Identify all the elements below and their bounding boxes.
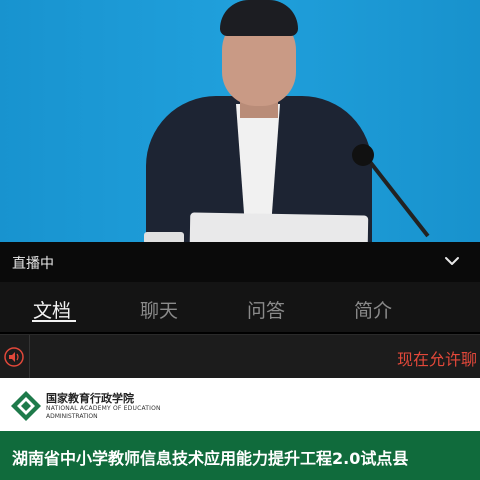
paper-corner [144, 232, 184, 242]
presenter-figure [140, 0, 380, 242]
live-status-label: 直播中 [12, 256, 54, 272]
microphone [352, 144, 374, 166]
tab-intro[interactable]: 简介 [354, 296, 392, 323]
live-video[interactable] [0, 0, 480, 242]
tab-chat[interactable]: 聊天 [140, 296, 178, 323]
chevron-down-icon[interactable] [443, 254, 461, 268]
document-title: 湖南省中小学教师信息技术应用能力提升工程2.0试点县 [12, 449, 409, 468]
notice-sound-button[interactable] [0, 335, 30, 379]
active-tab-indicator [32, 320, 76, 322]
academy-name-en-line2: ADMINISTRATION [46, 413, 98, 420]
tab-qa[interactable]: 问答 [247, 296, 285, 323]
notice-bar: 现在允许聊 [0, 334, 480, 379]
document-title-banner: 湖南省中小学教师信息技术应用能力提升工程2.0试点县 [0, 431, 480, 480]
academy-name-en-line1: NATIONAL ACADEMY OF EDUCATION [46, 405, 161, 412]
tab-documents[interactable]: 文档 [33, 296, 71, 323]
academy-logo-icon [11, 391, 41, 421]
paper-sheet [189, 212, 369, 242]
speaker-icon [4, 347, 24, 367]
presenter-hair [220, 0, 298, 36]
tab-bar: 文档 聊天 问答 简介 [0, 282, 480, 332]
live-status-bar: 直播中 [0, 242, 480, 282]
notice-marquee-text: 现在允许聊 [397, 350, 478, 369]
document-viewer[interactable]: 国家教育行政学院 NATIONAL ACADEMY OF EDUCATION A… [0, 378, 480, 480]
academy-name-cn: 国家教育行政学院 [46, 392, 134, 405]
